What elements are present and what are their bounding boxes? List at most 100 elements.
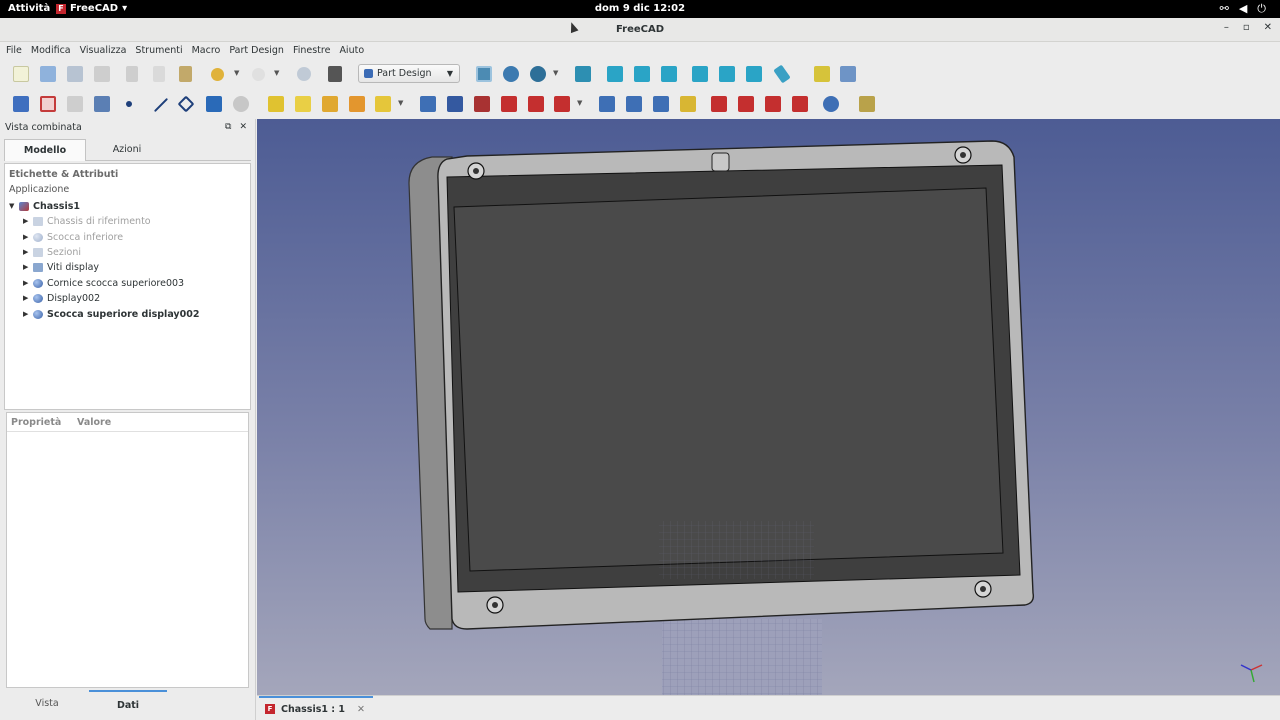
menu-help[interactable]: Aiuto: [339, 42, 364, 59]
3d-model-render[interactable]: [257, 119, 1280, 695]
local-coordinate-system-icon[interactable]: [206, 96, 222, 112]
create-group-icon[interactable]: [840, 66, 856, 82]
validate-sketch-icon[interactable]: [67, 96, 83, 112]
datum-line-icon[interactable]: [153, 97, 169, 113]
menu-file[interactable]: File: [6, 42, 22, 59]
tab-chassis1[interactable]: F Chassis1 : 1 ✕: [259, 696, 373, 720]
create-sketch-icon[interactable]: [40, 96, 56, 112]
undo-dropdown-icon[interactable]: ▼: [234, 69, 239, 77]
refresh-icon[interactable]: [297, 67, 311, 81]
save-as-icon[interactable]: [94, 66, 110, 82]
draw-style-icon[interactable]: [530, 66, 546, 82]
subtractive-primitive-dropdown-icon[interactable]: ▼: [577, 99, 582, 107]
tree-item-display002[interactable]: ▶ Display002: [23, 291, 100, 306]
pad-icon[interactable]: [268, 96, 284, 112]
menu-macro[interactable]: Macro: [192, 42, 221, 59]
app-menu[interactable]: F FreeCAD ▾: [56, 3, 127, 14]
create-body-icon[interactable]: [13, 96, 29, 112]
expand-arrow-icon[interactable]: ▼: [9, 199, 19, 214]
subtractive-loft-icon[interactable]: [501, 96, 517, 112]
fillet-icon[interactable]: [711, 96, 727, 112]
tree-item-chassis1[interactable]: ▼ Chassis1: [9, 199, 80, 214]
right-view-icon[interactable]: [661, 66, 677, 82]
groove-icon[interactable]: [474, 96, 490, 112]
collapse-arrow-icon[interactable]: ▶: [23, 214, 33, 229]
rear-view-icon[interactable]: [692, 66, 708, 82]
pocket-icon[interactable]: [420, 96, 436, 112]
collapse-arrow-icon[interactable]: ▶: [23, 291, 33, 306]
collapse-arrow-icon[interactable]: ▶: [23, 230, 33, 245]
open-file-icon[interactable]: [40, 66, 56, 82]
tree-item-chassis-riferimento[interactable]: ▶ Chassis di riferimento: [23, 214, 151, 229]
front-view-icon[interactable]: [607, 66, 623, 82]
redo-icon[interactable]: [252, 68, 265, 81]
clone-icon[interactable]: [94, 96, 110, 112]
cut-icon[interactable]: [126, 66, 138, 82]
close-tab-icon[interactable]: ✕: [357, 704, 365, 715]
clock[interactable]: dom 9 dic 12:02: [0, 3, 1280, 14]
subtractive-primitive-icon[interactable]: [554, 96, 570, 112]
collapse-arrow-icon[interactable]: ▶: [23, 276, 33, 291]
tab-tasks[interactable]: Azioni: [86, 139, 168, 161]
bottom-view-icon[interactable]: [719, 66, 735, 82]
system-tray[interactable]: ⚯ ◀ ⏻: [1220, 2, 1266, 16]
new-file-icon[interactable]: [13, 66, 29, 82]
property-column-header[interactable]: Proprietà: [11, 417, 61, 428]
datum-point-icon[interactable]: [126, 101, 132, 107]
collapse-arrow-icon[interactable]: ▶: [23, 245, 33, 260]
3d-viewport[interactable]: [257, 119, 1280, 695]
model-tree[interactable]: Etichette & Attributi Applicazione ▼ Cha…: [4, 163, 251, 410]
collapse-arrow-icon[interactable]: ▶: [23, 260, 33, 275]
tab-model[interactable]: Modello: [4, 139, 86, 161]
tree-item-scocca-superiore-display002[interactable]: ▶ Scocca superiore display002: [23, 307, 199, 322]
left-view-icon[interactable]: [746, 66, 762, 82]
tab-data[interactable]: Dati: [89, 690, 167, 717]
additive-primitive-dropdown-icon[interactable]: ▼: [398, 99, 403, 107]
boolean-icon[interactable]: [823, 96, 839, 112]
minimize-button[interactable]: –: [1224, 22, 1229, 33]
tree-item-viti-display[interactable]: ▶ Viti display: [23, 260, 99, 275]
datum-plane-icon[interactable]: [177, 95, 195, 113]
create-part-icon[interactable]: [814, 66, 830, 82]
shape-binder-icon[interactable]: [233, 96, 249, 112]
linear-pattern-icon[interactable]: [626, 96, 642, 112]
float-panel-icon[interactable]: ⧉: [225, 122, 231, 132]
menu-windows[interactable]: Finestre: [293, 42, 331, 59]
copy-icon[interactable]: [153, 66, 165, 82]
value-column-header[interactable]: Valore: [77, 417, 111, 428]
menu-part-design[interactable]: Part Design: [229, 42, 284, 59]
hole-icon[interactable]: [447, 96, 463, 112]
tab-view[interactable]: Vista: [8, 690, 86, 717]
close-panel-icon[interactable]: ✕: [239, 122, 247, 132]
menu-tools[interactable]: Strumenti: [135, 42, 182, 59]
close-button[interactable]: ✕: [1264, 22, 1272, 33]
chamfer-icon[interactable]: [738, 96, 754, 112]
fit-all-icon[interactable]: [476, 66, 492, 82]
measure-distance-icon[interactable]: [773, 64, 791, 84]
draw-style-dropdown-icon[interactable]: ▼: [553, 69, 558, 77]
thickness-icon[interactable]: [792, 96, 808, 112]
top-view-icon[interactable]: [634, 66, 650, 82]
draft-icon[interactable]: [765, 96, 781, 112]
redo-dropdown-icon[interactable]: ▼: [274, 69, 279, 77]
revolution-icon[interactable]: [295, 96, 311, 112]
migrate-icon[interactable]: [859, 96, 875, 112]
whats-this-icon[interactable]: [328, 66, 342, 82]
fit-selection-icon[interactable]: [503, 66, 519, 82]
menu-view[interactable]: Visualizza: [80, 42, 127, 59]
tree-item-sezioni[interactable]: ▶ Sezioni: [23, 245, 81, 260]
paste-icon[interactable]: [179, 66, 192, 82]
subtractive-pipe-icon[interactable]: [528, 96, 544, 112]
property-editor[interactable]: Proprietà Valore: [6, 412, 249, 688]
menu-edit[interactable]: Modifica: [31, 42, 71, 59]
polar-pattern-icon[interactable]: [653, 96, 669, 112]
tree-item-scocca-inferiore[interactable]: ▶ Scocca inferiore: [23, 230, 123, 245]
isometric-view-icon[interactable]: [575, 66, 591, 82]
additive-primitive-icon[interactable]: [375, 96, 391, 112]
additive-loft-icon[interactable]: [322, 96, 338, 112]
save-icon[interactable]: [67, 66, 83, 82]
workbench-selector[interactable]: Part Design ▼: [358, 64, 460, 83]
undo-icon[interactable]: [211, 68, 224, 81]
maximize-button[interactable]: ▫: [1243, 22, 1250, 33]
additive-pipe-icon[interactable]: [349, 96, 365, 112]
